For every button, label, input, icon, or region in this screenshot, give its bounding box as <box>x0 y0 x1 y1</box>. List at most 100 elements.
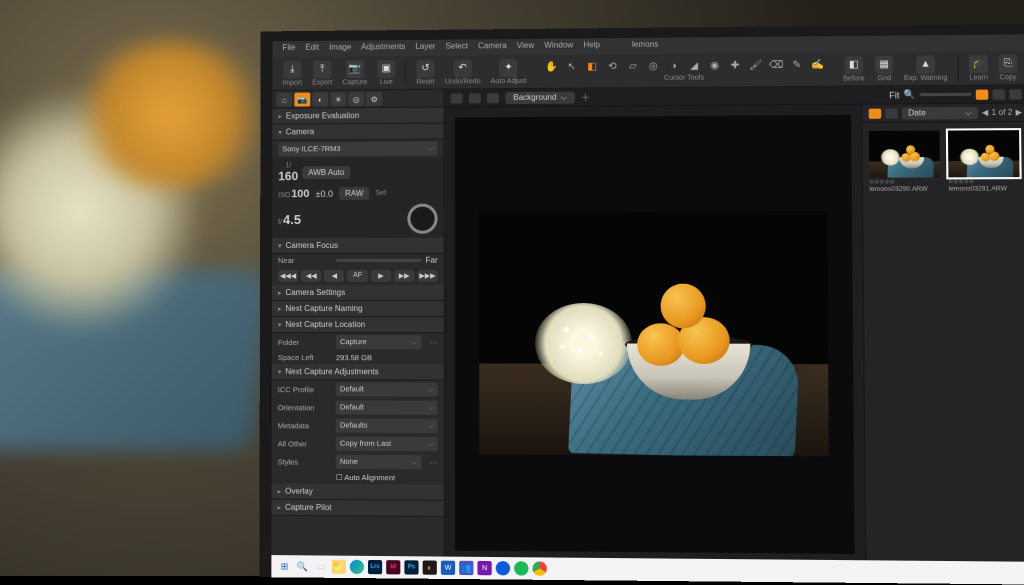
next-naming-header[interactable]: Next Capture Naming <box>272 301 444 317</box>
tool-tab-library-icon[interactable]: ⌂ <box>276 93 292 107</box>
spotify-icon[interactable] <box>514 561 528 575</box>
reset-icon[interactable]: ↺ <box>417 59 435 77</box>
layout-1-icon[interactable] <box>992 89 1005 99</box>
taskview-icon[interactable]: ▭ <box>314 559 328 573</box>
menu-file[interactable]: File <box>282 43 295 55</box>
tool-tab-details-icon[interactable]: ◎ <box>348 92 364 106</box>
aperture-value[interactable]: 4.5 <box>283 212 301 227</box>
indesign-icon[interactable]: Id <box>386 560 400 574</box>
menu-select[interactable]: Select <box>446 41 468 53</box>
orient-dropdown[interactable]: Default <box>336 400 438 414</box>
start-icon[interactable]: ⊞ <box>277 559 291 573</box>
view-mode-2-icon[interactable] <box>469 93 481 103</box>
styles-more-icon[interactable]: ⋯ <box>430 458 438 467</box>
word-icon[interactable]: W <box>441 561 455 575</box>
auto-adjust-icon[interactable]: ✦ <box>499 58 517 76</box>
before-after-icon[interactable]: ◧ <box>844 56 863 74</box>
shutter-button[interactable] <box>407 204 437 234</box>
rotate-tool-icon[interactable]: ⟲ <box>605 60 619 74</box>
folder-more-icon[interactable]: ⋯ <box>430 338 438 347</box>
tool-tab-color-icon[interactable]: ◐ <box>312 92 328 106</box>
icc-dropdown[interactable]: Default <box>336 382 438 396</box>
focus-far3-button[interactable]: ▶▶▶ <box>417 270 437 282</box>
menu-window[interactable]: Window <box>544 41 573 53</box>
picker-tool-icon[interactable]: ✎ <box>790 58 805 72</box>
camera-settings-header[interactable]: Camera Settings <box>272 285 444 301</box>
menu-edit[interactable]: Edit <box>305 43 319 55</box>
camera-model[interactable]: Sony ILCE-7RM3 <box>278 142 437 157</box>
focus-near2-button[interactable]: ◀◀ <box>301 270 321 282</box>
live-icon[interactable]: ▣ <box>377 60 395 78</box>
camera-focus-header[interactable]: Camera Focus <box>272 238 444 254</box>
menu-view[interactable]: View <box>517 41 534 53</box>
import-icon[interactable]: ⤓ <box>283 60 301 78</box>
keystone-tool-icon[interactable]: ▱ <box>626 59 640 73</box>
capture-one-taskbar-icon[interactable]: ◐ <box>423 560 437 574</box>
copy-icon[interactable]: ⎘ <box>998 54 1017 72</box>
menu-help[interactable]: Help <box>583 40 600 52</box>
ev-value[interactable]: ±0.0 <box>316 189 333 199</box>
view-mode-1-icon[interactable] <box>451 93 463 103</box>
zoom-out-icon[interactable]: 🔍 <box>904 89 916 100</box>
overlay-header[interactable]: Overlay <box>272 484 444 501</box>
chrome-icon[interactable] <box>532 561 546 575</box>
explorer-icon[interactable]: 📁 <box>332 560 346 574</box>
proof-icon[interactable] <box>976 89 989 99</box>
browser-list-icon[interactable] <box>885 108 898 118</box>
focus-far1-button[interactable]: ▶ <box>371 270 391 282</box>
exp-warning-icon[interactable]: ▲ <box>916 55 935 73</box>
capture-pilot-header[interactable]: Capture Pilot <box>272 500 444 517</box>
add-layer-icon[interactable]: ＋ <box>581 90 590 103</box>
grid-icon[interactable]: ▦ <box>875 55 894 73</box>
next-adj-header[interactable]: Next Capture Adjustments <box>272 364 444 380</box>
af-button[interactable]: AF <box>347 270 367 282</box>
layout-2-icon[interactable] <box>1009 89 1022 99</box>
photoshop-icon[interactable]: Ps <box>404 560 418 574</box>
sort-dropdown[interactable]: Date⌵ <box>902 106 978 119</box>
focus-slider[interactable] <box>336 259 421 262</box>
iso-value[interactable]: 100 <box>291 188 309 200</box>
menu-image[interactable]: Image <box>329 43 351 55</box>
gradient-tool-icon[interactable]: ◢ <box>687 59 701 73</box>
search-icon[interactable]: 🔍 <box>295 559 309 573</box>
thumbnail-2[interactable]: lemons03291.ARW <box>948 130 1020 193</box>
export-icon[interactable]: ⤒ <box>313 60 331 78</box>
spot-tool-icon[interactable]: ◎ <box>646 59 660 73</box>
undo-icon[interactable]: ↶ <box>454 59 472 77</box>
menu-adjustments[interactable]: Adjustments <box>361 42 405 54</box>
autoalign-check[interactable]: ☐ Auto Alignment <box>336 473 395 482</box>
thumbnail-1[interactable]: lemons03290.ARW <box>869 131 940 193</box>
awb-button[interactable]: AWB Auto <box>302 166 350 179</box>
styles-dropdown[interactable]: None <box>336 455 422 470</box>
set-label[interactable]: Set <box>375 190 386 197</box>
raw-button[interactable]: RAW <box>339 187 369 200</box>
prev-page-icon[interactable]: ◀ <box>982 108 989 117</box>
allother-dropdown[interactable]: Copy from Last <box>336 437 438 452</box>
browser-grid-icon[interactable] <box>869 108 882 118</box>
edge-icon[interactable] <box>350 560 364 574</box>
crop-tool-icon[interactable]: ◧ <box>585 60 599 74</box>
learn-icon[interactable]: 🎓 <box>969 55 988 73</box>
hand-tool-icon[interactable]: ✋ <box>544 60 558 74</box>
menu-camera[interactable]: Camera <box>478 41 507 53</box>
radial-tool-icon[interactable]: ◉ <box>707 59 721 73</box>
image-canvas[interactable] <box>455 115 855 554</box>
fit-label[interactable]: Fit <box>889 90 899 100</box>
focus-near3-button[interactable]: ◀◀◀ <box>278 270 298 282</box>
menu-layer[interactable]: Layer <box>415 42 435 54</box>
onenote-icon[interactable]: N <box>477 561 491 575</box>
lightroom-icon[interactable]: Lrc <box>368 560 382 574</box>
capture-icon[interactable]: 📷 <box>346 60 364 78</box>
zoom-slider[interactable] <box>919 93 971 96</box>
tool-tab-exposure-icon[interactable]: ☀ <box>330 92 346 106</box>
folder-dropdown[interactable]: Capture <box>336 335 422 349</box>
focus-far2-button[interactable]: ▶▶ <box>394 270 414 282</box>
meta-dropdown[interactable]: Defaults <box>336 418 438 433</box>
annotate-tool-icon[interactable]: ✍ <box>810 58 825 72</box>
eraser-tool-icon[interactable]: ⌫ <box>769 58 784 72</box>
app-blue-icon[interactable] <box>496 561 510 575</box>
shutter-value[interactable]: 160 <box>278 169 298 183</box>
focus-near1-button[interactable]: ◀ <box>324 270 344 282</box>
tool-tab-adjust-icon[interactable]: ⚙ <box>366 92 382 106</box>
teams-icon[interactable]: 👥 <box>459 561 473 575</box>
